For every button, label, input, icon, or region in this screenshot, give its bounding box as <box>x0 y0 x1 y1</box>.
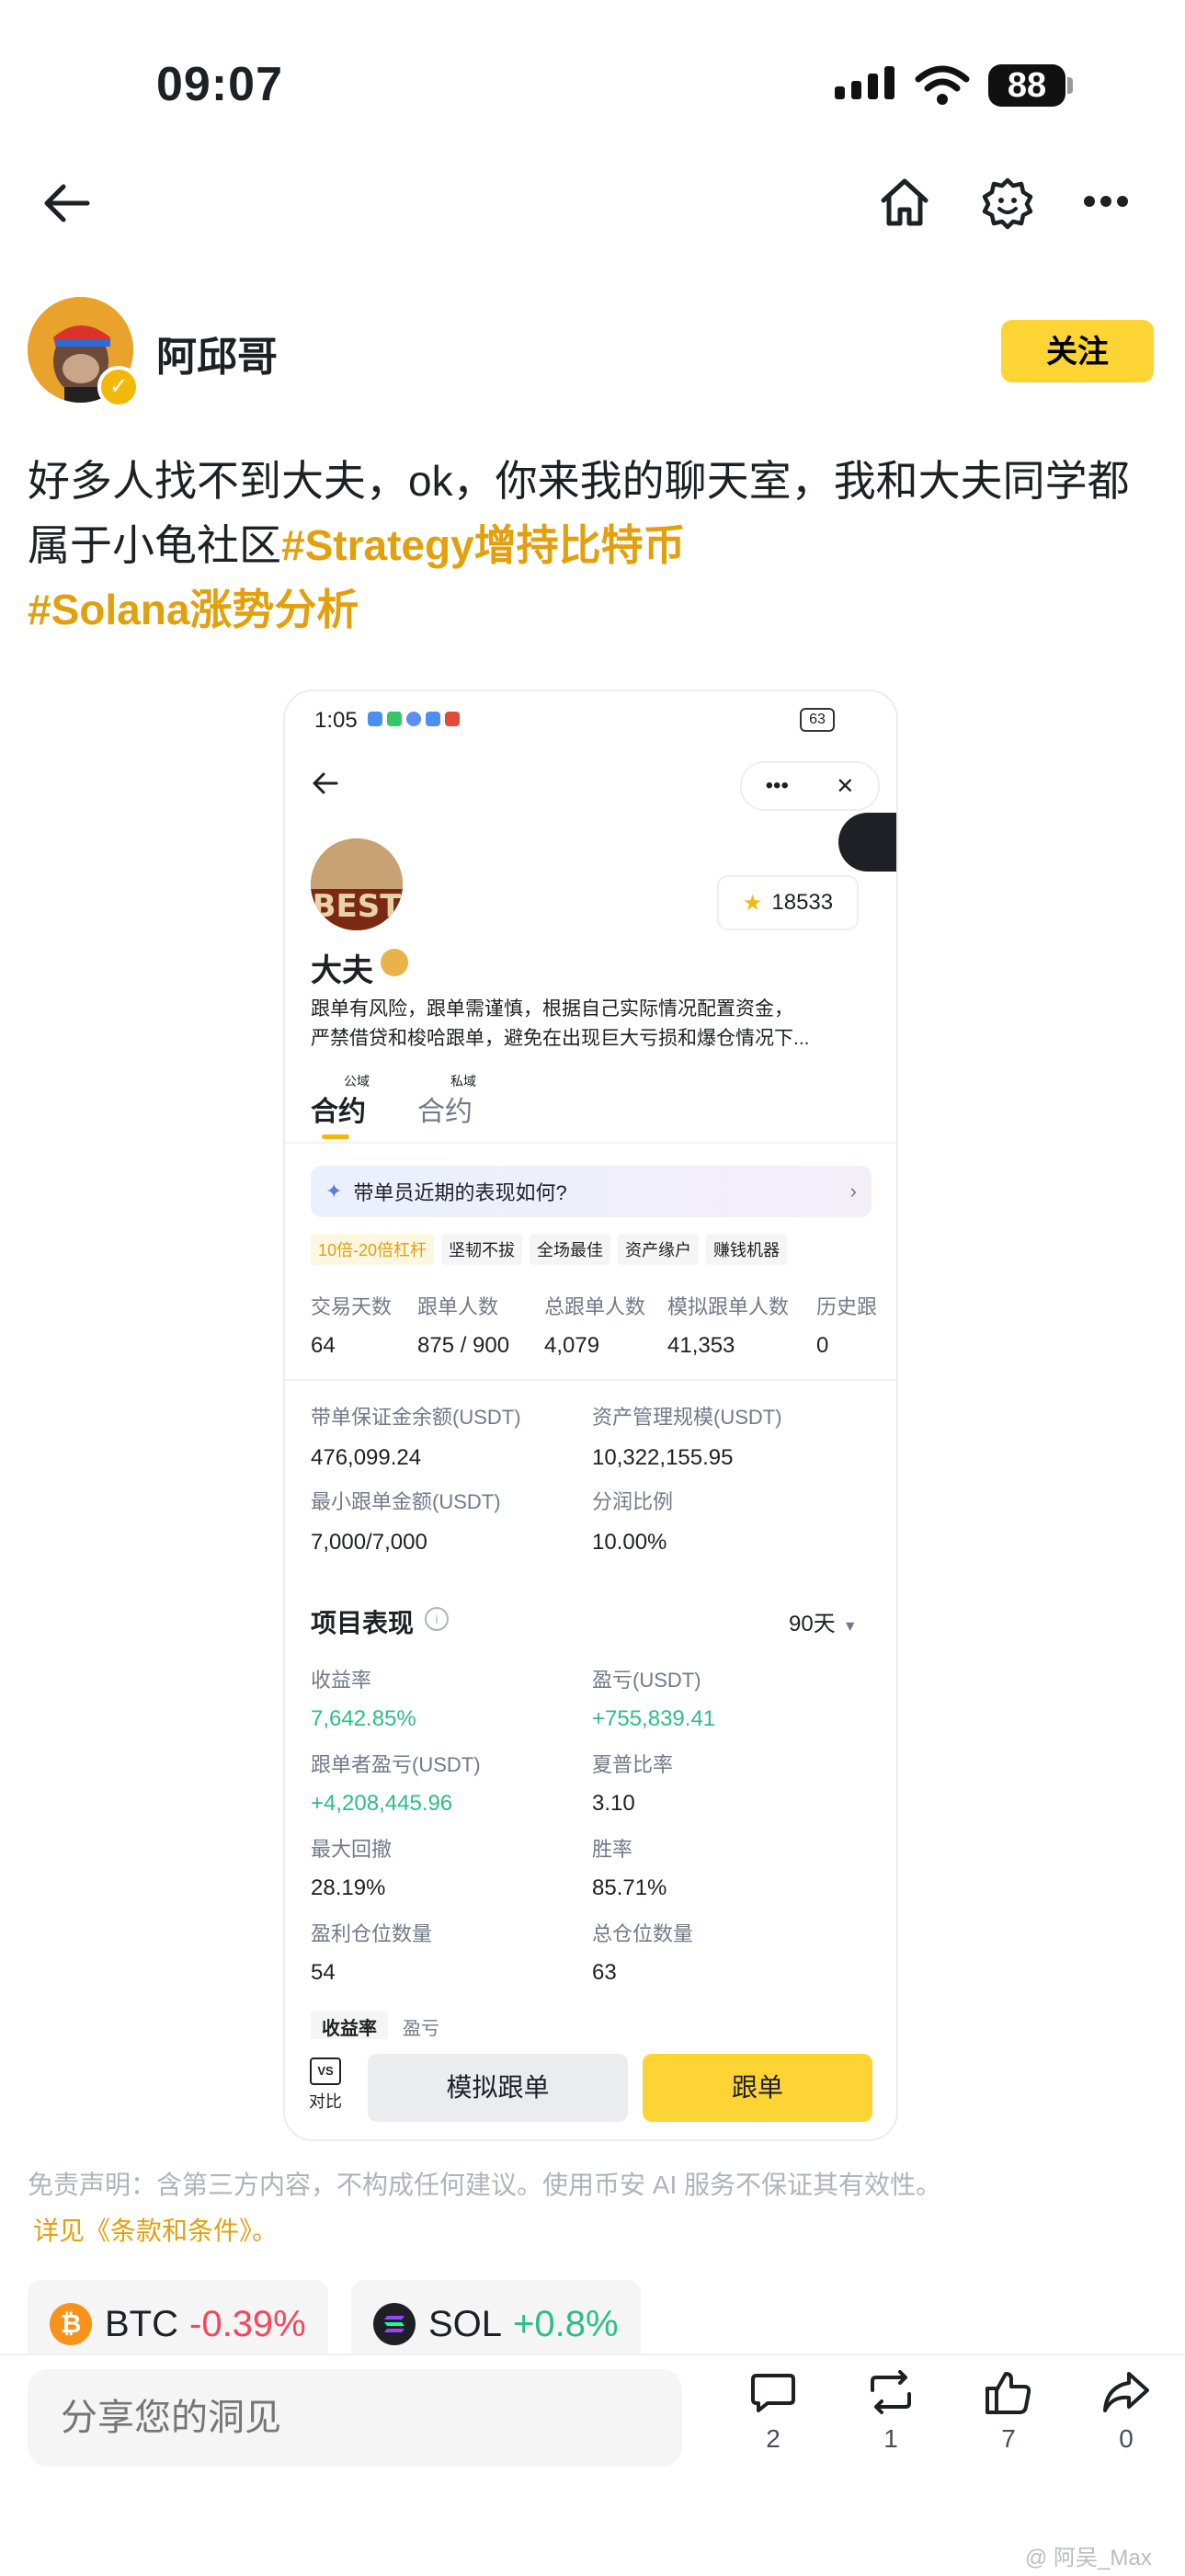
chip-2: 坚韧不拔 <box>441 1234 523 1265</box>
hashtag-solana[interactable]: #Solana涨势分析 <box>28 586 359 633</box>
embedded-capsule-menu: ••• ✕ <box>740 761 880 811</box>
trader-avatar: BEST <box>311 838 403 930</box>
share-icon <box>1103 2372 1149 2412</box>
comment-icon <box>751 2374 795 2412</box>
like-button[interactable]: 7 <box>967 2368 1050 2454</box>
coin-symbol: SOL <box>428 2303 503 2344</box>
stat-copiers: 跟单人数 875 / 900 <box>417 1295 510 1358</box>
embedded-screenshot[interactable]: 1:05 63 ••• ✕ BEST ★ 18533 大夫 跟单有风险，跟单需谨慎… <box>285 691 896 2139</box>
coin-symbol: BTC <box>105 2303 178 2344</box>
balance-aum: 资产管理规模(USDT) 10,322,155.95 <box>592 1406 782 1470</box>
balance-margin: 带单保证金余额(USDT) 476,099.24 <box>311 1406 521 1470</box>
stat-trading-days: 交易天数 64 <box>311 1295 393 1358</box>
chip-leverage: 10倍-20倍杠杆 <box>311 1234 435 1265</box>
stat-history: 历史跟 0 <box>816 1295 878 1358</box>
perf-drawdown: 最大回撤 28.19% <box>311 1838 393 1900</box>
repost-button[interactable]: 1 <box>849 2368 932 2454</box>
vs-icon: VS <box>310 2057 341 2085</box>
period-select: 90天 ▼ <box>789 1612 858 1636</box>
embedded-float-button <box>838 813 896 872</box>
perf-copier-pnl: 跟单者盈亏(USDT) +4,208,445.96 <box>311 1753 481 1816</box>
tab-public-contract: 合约 <box>311 1097 366 1127</box>
status-time: 09:07 <box>156 58 283 111</box>
share-insight-input[interactable] <box>28 2369 682 2467</box>
battery-indicator: 88 <box>988 64 1065 107</box>
sparkle-icon: ✦ <box>325 1180 343 1203</box>
tab-divider <box>285 1142 896 1144</box>
tab-public-sup: 公域 <box>344 1074 370 1089</box>
chevron-right-icon: › <box>849 1180 857 1203</box>
comment-button[interactable]: 2 <box>732 2368 815 2454</box>
chart-tab-roi: 收益率 <box>311 2012 388 2042</box>
perf-sharpe: 夏普比率 3.10 <box>592 1753 674 1816</box>
svg-text:BEST: BEST <box>313 888 403 925</box>
verified-badge-icon: ✓ <box>97 366 140 408</box>
banner-text: 带单员近期的表现如何? <box>353 1181 567 1204</box>
compare-control: VS 对比 <box>309 2057 342 2113</box>
terms-link[interactable]: 详见《条款和条件》。 <box>33 2208 1158 2254</box>
coin-change: +0.8% <box>513 2303 619 2344</box>
solana-icon <box>373 2303 416 2345</box>
chip-3: 全场最佳 <box>530 1234 611 1265</box>
perf-roi: 收益率 7,642.85% <box>311 1669 416 1731</box>
copy-trade-button: 跟单 <box>643 2054 872 2122</box>
embedded-close-icon: ✕ <box>836 773 855 799</box>
chart-tab-pnl: 盈亏 <box>403 2019 439 2039</box>
performance-banner: ✦ 带单员近期的表现如何? › <box>311 1166 872 1217</box>
hashtag-strategy[interactable]: #Strategy增持比特币 <box>281 521 686 569</box>
chip-5: 赚钱机器 <box>706 1234 788 1265</box>
tab-private-sup: 私域 <box>450 1074 476 1089</box>
embedded-notification-icons <box>368 712 460 726</box>
bitcoin-icon: ₿ <box>50 2303 92 2345</box>
bio-line-2: 严禁借贷和梭哈跟单，避免在出现巨大亏损和爆仓情况下... <box>311 1028 810 1049</box>
tab-indicator <box>322 1134 349 1139</box>
performance-title: 项目表现 <box>311 1609 415 1637</box>
balance-profit-share: 分润比例 10.00% <box>592 1490 674 1555</box>
follower-count-badge: ★ 18533 <box>717 875 859 930</box>
repost-icon <box>871 2370 911 2414</box>
trader-bio: 跟单有风险，跟单需谨慎，根据自己实际情况配置资金， 严禁借贷和梭哈跟单，避免在出… <box>311 995 872 1054</box>
stat-total-copiers: 总跟单人数 4,079 <box>544 1295 646 1358</box>
tip-icon[interactable] <box>979 175 1036 232</box>
star-icon: ★ <box>742 890 763 916</box>
author-name[interactable]: 阿邱哥 <box>156 324 278 382</box>
back-arrow-icon[interactable] <box>41 182 91 224</box>
embedded-more-icon: ••• <box>765 773 789 798</box>
follower-count: 18533 <box>771 890 834 915</box>
stat-sim-copiers: 模拟跟单人数 41,353 <box>667 1295 790 1358</box>
section-divider <box>285 1379 896 1381</box>
more-options-icon[interactable] <box>1083 195 1129 208</box>
embedded-time: 1:05 <box>314 708 358 733</box>
trader-name: 大夫 <box>311 953 373 988</box>
home-icon[interactable] <box>878 177 931 228</box>
simulate-copy-button: 模拟跟单 <box>368 2054 628 2122</box>
battery-tip <box>1067 77 1073 94</box>
embedded-battery: 63 <box>800 708 835 732</box>
disclaimer: 免责声明：含第三方内容，不构成任何建议。使用币安 AI 服务不保证其有效性。 详… <box>28 2162 1158 2254</box>
embedded-back-icon <box>313 772 338 794</box>
share-button[interactable]: 0 <box>1085 2368 1168 2454</box>
chip-4: 资产缘户 <box>618 1234 700 1265</box>
follow-button[interactable]: 关注 <box>1001 320 1154 382</box>
balance-min-copy: 最小跟单金额(USDT) 7,000/7,000 <box>311 1490 501 1555</box>
perf-profit-positions: 盈利仓位数量 54 <box>311 1922 433 1985</box>
info-icon: i <box>425 1607 449 1631</box>
bio-line-1: 跟单有风险，跟单需谨慎，根据自己实际情况配置资金， <box>311 998 793 1020</box>
perf-pnl: 盈亏(USDT) +755,839.41 <box>592 1669 716 1731</box>
coin-change: -0.39% <box>189 2303 306 2344</box>
trader-chips: 10倍-20倍杠杆 坚韧不拔 全场最佳 资产缘户 赚钱机器 <box>311 1234 794 1265</box>
disclaimer-text: 免责声明：含第三方内容，不构成任何建议。使用币安 AI 服务不保证其有效性。 <box>28 2171 942 2199</box>
cellular-signal-icon <box>835 66 894 99</box>
lion-badge-icon <box>381 949 408 976</box>
perf-total-positions: 总仓位数量 63 <box>592 1922 694 1985</box>
post-body: 好多人找不到大夫，ok，你来我的聊天室，我和大夫同学都属于小龟社区#Strate… <box>28 449 1158 642</box>
tab-private-contract: 合约 <box>417 1097 473 1127</box>
caret-down-icon: ▼ <box>842 1619 858 1635</box>
chart-tabs: 收益率 盈亏 <box>311 2012 443 2042</box>
perf-winrate: 胜率 85.71% <box>592 1838 667 1900</box>
wifi-icon <box>915 65 970 105</box>
watermark: @ 阿吴_Max <box>1025 2546 1152 2570</box>
thumbs-up-icon <box>986 2372 1031 2414</box>
